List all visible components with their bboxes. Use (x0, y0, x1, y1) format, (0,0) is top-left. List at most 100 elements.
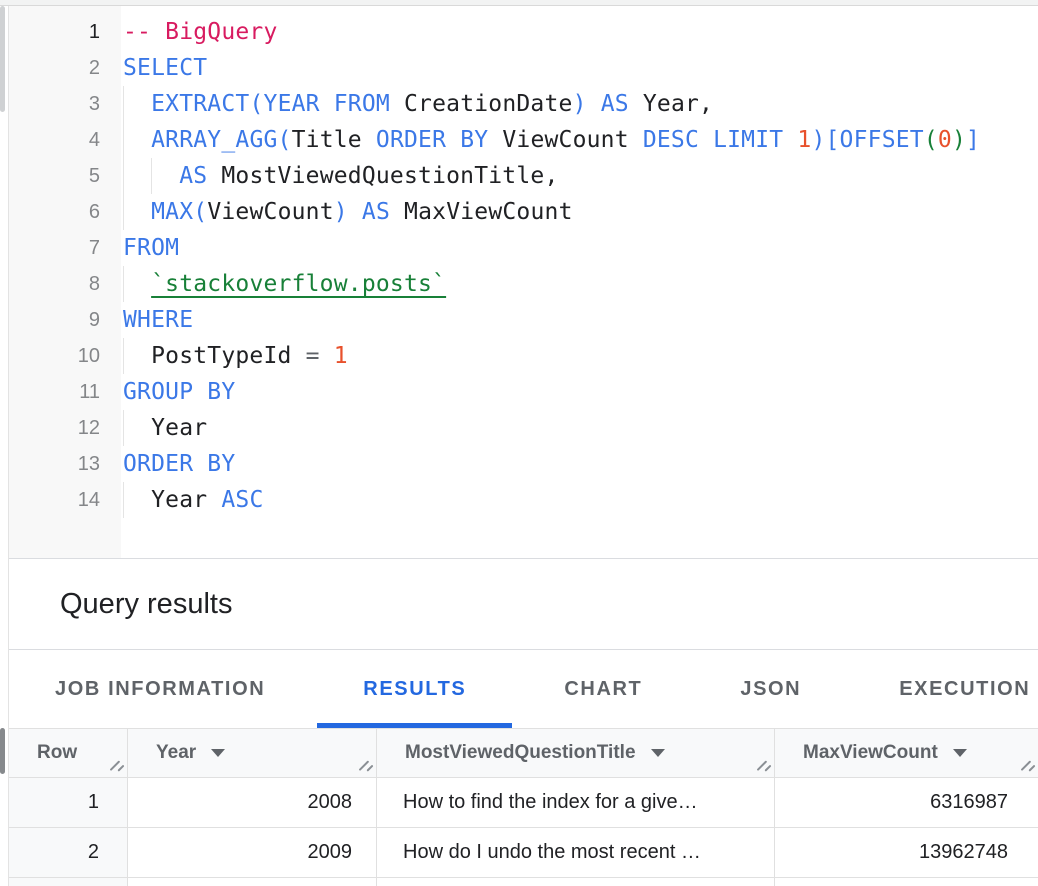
cell-partial (377, 878, 775, 886)
code-token: MAX (151, 199, 193, 225)
code-token: FROM (123, 235, 179, 261)
code-token: PostTypeId (123, 343, 306, 369)
code-text: AS MostViewedQuestionTitle, (121, 158, 559, 194)
sort-dropdown-icon[interactable] (211, 749, 225, 757)
results-scrollbar-thumb[interactable] (0, 728, 5, 774)
column-header-mostviewedquestiontitle[interactable]: MostViewedQuestionTitle (377, 729, 775, 777)
main-area: 1-- BigQuery2SELECT3 EXTRACT(YEAR FROM C… (0, 6, 1038, 886)
code-text: Year ASC (121, 482, 264, 518)
code-token: )[ (811, 127, 839, 153)
code-line[interactable]: 6 MAX(ViewCount) AS MaxViewCount (9, 194, 1038, 230)
line-number: 2 (9, 50, 121, 86)
table-header-row: Row Year MostViewedQuestionTitleMaxViewCou… (9, 729, 1038, 778)
cell-mostviewedquestiontitle: How to find the index for a give… (377, 778, 775, 827)
cell-year: 2008 (128, 778, 377, 827)
code-token: ) (334, 199, 348, 225)
column-resize-handle[interactable] (755, 758, 770, 773)
column-header-row[interactable]: Row (9, 729, 128, 777)
code-line[interactable]: 10 PostTypeId = 1 (9, 338, 1038, 374)
code-token: 0 (938, 127, 952, 153)
sql-editor[interactable]: 1-- BigQuery2SELECT3 EXTRACT(YEAR FROM C… (9, 6, 1038, 558)
line-number: 8 (9, 266, 121, 302)
line-number: 12 (9, 410, 121, 446)
code-line[interactable]: 2SELECT (9, 50, 1038, 86)
code-token: MostViewedQuestionTitle, (207, 163, 558, 189)
code-text: PostTypeId = 1 (121, 338, 348, 374)
column-header-year[interactable]: Year (128, 729, 377, 777)
table-reference-link[interactable]: `stackoverflow.posts` (151, 271, 446, 297)
code-token: ) (573, 91, 587, 117)
code-token: Year, (629, 91, 713, 117)
code-token: YEAR FROM (264, 91, 390, 117)
code-token (123, 127, 151, 153)
code-token (123, 163, 179, 189)
code-text: FROM (121, 230, 179, 266)
tab-execution-details[interactable]: EXECUTION DETAILS (853, 650, 1038, 728)
column-header-label: Year (156, 742, 196, 764)
code-token: AS (362, 199, 390, 225)
line-number: 5 (9, 158, 121, 194)
code-line[interactable]: 5 AS MostViewedQuestionTitle, (9, 158, 1038, 194)
code-line[interactable]: 7FROM (9, 230, 1038, 266)
code-token: 1 (334, 343, 348, 369)
code-line[interactable]: 3 EXTRACT(YEAR FROM CreationDate) AS Yea… (9, 86, 1038, 122)
code-token: CreationDate (390, 91, 573, 117)
code-line[interactable]: 4 ARRAY_AGG(Title ORDER BY ViewCount DES… (9, 122, 1038, 158)
code-text: ARRAY_AGG(Title ORDER BY ViewCount DESC … (121, 122, 980, 158)
code-token (348, 199, 362, 225)
code-text: -- BigQuery (121, 14, 278, 50)
code-token: ViewCount (488, 127, 643, 153)
column-resize-handle[interactable] (1019, 758, 1034, 773)
code-token: AS (179, 163, 207, 189)
query-results-title: Query results (60, 588, 232, 621)
results-tabs: JOB INFORMATIONRESULTSCHARTJSONEXECUTION… (9, 650, 1038, 729)
table-row: 22009How do I undo the most recent …1396… (9, 828, 1038, 878)
code-token: GROUP BY (123, 379, 235, 405)
code-token: ViewCount (207, 199, 333, 225)
code-line[interactable]: 14 Year ASC (9, 482, 1038, 518)
tab-chart[interactable]: CHART (518, 650, 688, 728)
code-token: ARRAY_AGG (151, 127, 277, 153)
tab-job-information[interactable]: JOB INFORMATION (9, 650, 311, 728)
code-line[interactable]: 1-- BigQuery (9, 14, 1038, 50)
cell-partial (128, 878, 377, 886)
code-token: Year (123, 415, 207, 441)
code-token: SELECT (123, 55, 207, 81)
sort-dropdown-icon[interactable] (953, 749, 967, 757)
cell-year: 2009 (128, 828, 377, 877)
code-token: Year (123, 487, 221, 513)
column-resize-handle[interactable] (108, 758, 123, 773)
code-token (587, 91, 601, 117)
tab-results[interactable]: RESULTS (317, 650, 512, 728)
code-line[interactable]: 11GROUP BY (9, 374, 1038, 410)
cell-partial (9, 878, 128, 886)
code-token (320, 343, 334, 369)
code-token: ) (952, 127, 966, 153)
code-text: ORDER BY (121, 446, 235, 482)
line-number: 6 (9, 194, 121, 230)
code-line[interactable]: 8 `stackoverflow.posts` (9, 266, 1038, 302)
column-header-maxviewcount[interactable]: MaxViewCount (775, 729, 1038, 777)
code-line[interactable]: 9WHERE (9, 302, 1038, 338)
column-resize-handle[interactable] (357, 758, 372, 773)
row-number-cell: 2 (9, 828, 128, 877)
table-row-partial (9, 878, 1038, 886)
code-token: ] (966, 127, 980, 153)
cell-partial (775, 878, 1038, 886)
row-number-cell: 1 (9, 778, 128, 827)
cell-maxviewcount: 13962748 (775, 828, 1038, 877)
code-token (123, 199, 151, 225)
code-text: SELECT (121, 50, 207, 86)
editor-scrollbar-thumb[interactable] (0, 6, 5, 112)
code-line[interactable]: 12 Year (9, 410, 1038, 446)
code-text: EXTRACT(YEAR FROM CreationDate) AS Year, (121, 86, 713, 122)
code-token: EXTRACT (151, 91, 249, 117)
line-number: 13 (9, 446, 121, 482)
tab-json[interactable]: JSON (694, 650, 847, 728)
code-token: DESC LIMIT (643, 127, 783, 153)
code-text: MAX(ViewCount) AS MaxViewCount (121, 194, 573, 230)
sort-dropdown-icon[interactable] (651, 749, 665, 757)
content-column: 1-- BigQuery2SELECT3 EXTRACT(YEAR FROM C… (9, 6, 1038, 886)
code-token: ( (193, 199, 207, 225)
code-line[interactable]: 13ORDER BY (9, 446, 1038, 482)
